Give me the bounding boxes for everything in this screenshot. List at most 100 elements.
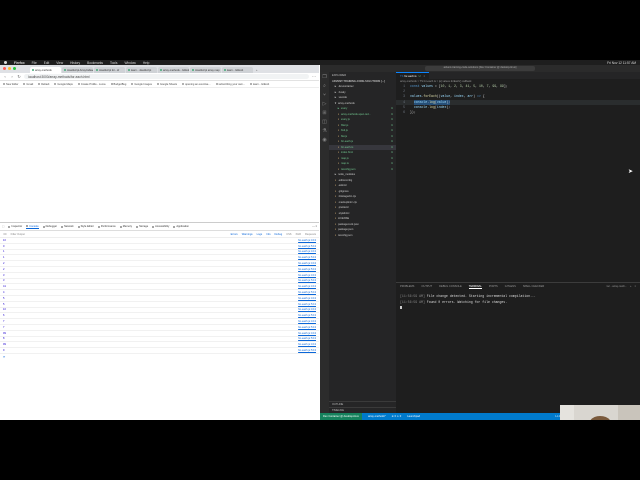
trash-icon[interactable]: ⌫ [3,233,7,236]
devtools-tab-memory[interactable]: Memory [119,225,132,228]
devtools-tab-application[interactable]: Application [173,225,189,228]
terminal-output[interactable]: [11:56:59 AM] File change detected. Star… [396,290,640,314]
devtools-tab-debugger[interactable]: Debugger [42,225,57,228]
apple-icon[interactable] [4,61,7,64]
run-debug-icon[interactable]: ▷ [322,102,327,107]
bookmark-item[interactable]: New folder [3,83,18,86]
log-source-link[interactable]: for-each.js:5:13 [298,291,316,294]
menu-edit[interactable]: Edit [44,61,50,65]
log-source-link[interactable]: for-each.js:5:13 [298,303,316,306]
bookmark-item[interactable]: Gmail [23,83,33,86]
menu-tools[interactable]: Tools [110,61,117,65]
files-icon[interactable]: ❐ [322,75,327,80]
browser-tab[interactable]: learn - GitHub [222,67,253,73]
terminal-instance[interactable]: tsc - array-meth... [607,285,627,288]
menu-view[interactable]: View [56,61,63,65]
console-prompt[interactable]: » [0,354,319,359]
close-window-button[interactable] [3,67,6,70]
log-source-link[interactable]: for-each.js:4:13 [298,250,316,253]
remote-indicator[interactable]: Dev Container @ desktop-linux [320,413,362,420]
panel-tab-spell-checker[interactable]: SPELL CHECKER [523,285,544,288]
panel-tab-problems[interactable]: PROBLEMS [400,285,414,288]
panel-tab-terminal[interactable]: TERMINAL [468,285,482,289]
log-source-link[interactable]: for-each.js:5:13 [298,326,316,329]
reload-icon[interactable]: ↻ [17,74,21,79]
bookmark-item[interactable]: Create Profile - Luma [77,83,106,86]
terminal-prompt[interactable] [400,305,636,311]
menubar-clock[interactable]: Fri Nov 12 11:57 AM [607,61,636,65]
bookmark-item[interactable]: learn - GitHub [250,83,269,86]
level-warnings[interactable]: Warnings [242,233,253,236]
filter-xhr[interactable]: XHR [296,233,301,236]
level-info[interactable]: Info [266,233,270,236]
log-source-link[interactable]: for-each.js:5:13 [298,279,316,282]
extensions-icon[interactable]: ⊞ [322,111,327,116]
browser-tab[interactable]: array-methods [30,67,61,73]
log-source-link[interactable]: for-each.js:4:13 [298,343,316,346]
log-source-link[interactable]: for-each.js:4:13 [298,262,316,265]
browser-tab[interactable]: JavaScript Array.forEach [62,67,93,73]
devtools-tab-console[interactable]: Console [26,225,39,229]
devtools-tab-storage[interactable]: Storage [136,225,148,228]
status-branch[interactable]: array-methods* [368,415,386,418]
editor-tab-for-each-ts[interactable]: TS for-each.ts U × [396,72,429,79]
back-arrow-icon[interactable]: ‹ [3,74,7,79]
browser-tab[interactable]: learn - JavaScript [126,67,157,73]
log-source-link[interactable]: for-each.js:5:13 [298,245,316,248]
log-source-link[interactable]: for-each.js:5:13 [298,268,316,271]
panel-tab-ports[interactable]: PORTS [489,285,498,288]
code-line[interactable]: 6}); [396,110,640,115]
status-launchpad[interactable]: Launchpad [407,415,420,418]
menu-help[interactable]: Help [143,61,150,65]
remote-explorer-icon[interactable]: ◫ [322,120,327,125]
devtools-tab-style-editor[interactable]: Style Editor [77,225,94,228]
new-tab-plus-icon[interactable]: + [254,69,260,73]
devtools-tab-network[interactable]: Network [61,225,74,228]
filter-requests[interactable]: Requests [305,233,316,236]
status-problems[interactable]: ⊗ 0 ⚠ 0 [392,415,402,418]
level-debug[interactable]: Debug [275,233,283,236]
devtools-tab-inspector[interactable]: Inspector [8,225,22,228]
devtools-tab-accessibility[interactable]: Accessibility [152,225,169,228]
bookmark-item[interactable]: BudgetBug [110,83,126,86]
log-source-link[interactable]: for-each.js:5:13 [298,314,316,317]
search-icon[interactable]: ⌕ [322,84,327,89]
menu-history[interactable]: History [70,61,80,65]
filter-css[interactable]: CSS [286,233,291,236]
bookmark-item[interactable]: opening an exercise... [182,83,211,86]
explorer-file[interactable]: ▪ tsconfig.json [329,233,396,239]
devtools-menu-icon[interactable]: ⋯ × [312,225,317,228]
code-lines[interactable]: 1 const values = [10, 1, 2, 3, 41, 5, 10,… [396,84,640,115]
browser-tab[interactable]: JavaScript array map [190,67,221,73]
panel-tab-debug-console[interactable]: DEBUG CONSOLE [439,285,462,288]
forward-arrow-icon[interactable]: › [10,74,14,79]
log-source-link[interactable]: for-each.js:4:13 [298,285,316,288]
log-source-link[interactable]: for-each.js:4:13 [298,332,316,335]
gitlens-icon[interactable]: ◉ [322,138,327,143]
browser-tab[interactable]: JavaScript for...of [94,67,125,73]
bookmark-item[interactable]: Google Sheets [156,83,177,86]
bookmark-item[interactable]: Google Images [131,83,152,86]
command-center-search[interactable]: advent-training-code-solutions [Dev Cont… [425,66,535,71]
level-errors[interactable]: Errors [231,233,238,236]
menu-file[interactable]: File [32,61,37,65]
close-panel-icon[interactable]: × [634,285,636,288]
add-terminal-icon[interactable]: + [630,285,632,288]
pick-element-icon[interactable]: ⬚ [2,225,4,228]
log-source-link[interactable]: for-each.js:4:13 [298,297,316,300]
log-source-link[interactable]: for-each.js:4:13 [298,308,316,311]
panel-tab-gitlens[interactable]: GITLENS [505,285,516,288]
devtools-tab-performance[interactable]: Performance [97,225,116,228]
log-source-link[interactable]: for-each.js:5:13 [298,256,316,259]
url-bar[interactable]: localhost:3000/array-methods/for-each.ht… [24,74,309,79]
bookmark-item[interactable]: Default [38,83,49,86]
log-source-link[interactable]: for-each.js:4:13 [298,274,316,277]
log-source-link[interactable]: for-each.js:5:13 [298,337,316,340]
close-icon[interactable]: × [423,75,425,78]
bookmark-item[interactable]: Google Maps [54,83,73,86]
level-logs[interactable]: Logs [257,233,263,236]
log-source-link[interactable]: for-each.js:4:13 [298,320,316,323]
source-control-icon[interactable]: ⑂ [322,93,327,98]
menubar-app-name[interactable]: Firefox [14,61,25,65]
minimize-window-button[interactable] [8,67,11,70]
